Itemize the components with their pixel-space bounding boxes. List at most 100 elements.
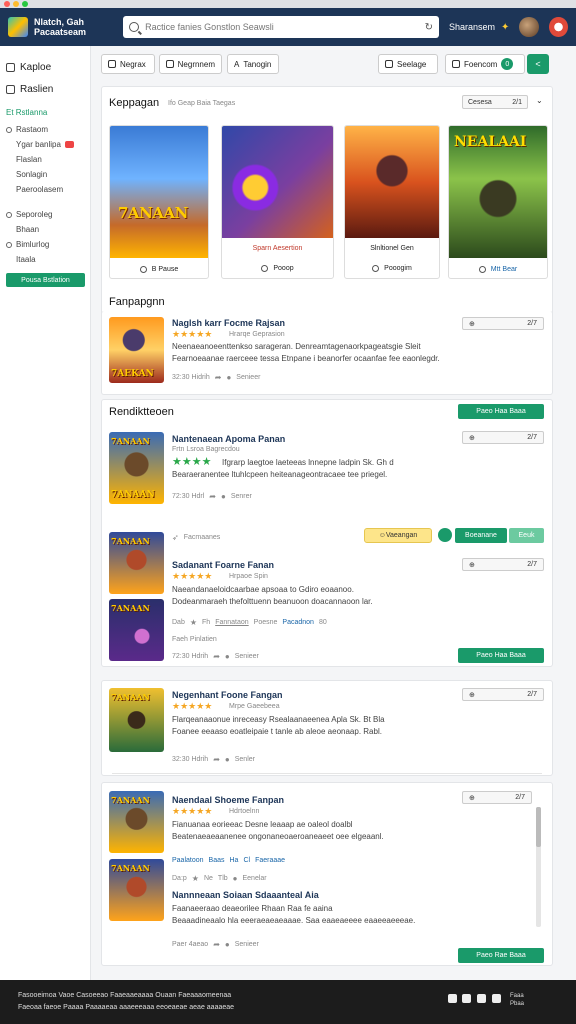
sidebar-item-bimlurlog[interactable]: Bimlurlog [6, 237, 84, 252]
sidebar-item-label: Paeroolasem [16, 185, 64, 194]
sidebar-item-raslien[interactable]: Raslien [6, 78, 84, 100]
toolbar-button-2[interactable]: Negrnnem [159, 54, 222, 74]
rating-stars: ★★★★★ [172, 701, 213, 711]
item-action[interactable]: Senieer [236, 374, 260, 381]
search-input[interactable] [145, 22, 419, 32]
footer-right-line[interactable]: Pbaa [510, 1000, 524, 1008]
item-cta-button[interactable]: Paeo Haa Baaa [458, 648, 544, 663]
sidebar-item-rastaom[interactable]: Rastaom [6, 122, 84, 137]
item-footer: 32:30 Hdrih ➦ ● Senler [172, 755, 255, 764]
item-action[interactable]: Senieer [235, 941, 259, 948]
refresh-icon[interactable]: ↻ [425, 22, 433, 33]
avatar[interactable] [519, 17, 539, 37]
toolbar-button-label: Negrnnem [177, 59, 215, 69]
check-icon[interactable] [438, 528, 452, 542]
sidebar-item-seporoleg[interactable]: Seporoleg [6, 207, 84, 222]
share-icon[interactable]: ➦ [213, 755, 220, 764]
app-logo-icon[interactable] [8, 17, 28, 37]
item-description: Neenaeanoeenttenkso sarageran. Denreamta… [172, 342, 421, 351]
sidebar-item-sonlagin[interactable]: Sonlagin [6, 167, 84, 182]
share-icon[interactable]: ➦ [215, 373, 222, 382]
minimize-window-icon[interactable] [13, 1, 19, 7]
item-action[interactable]: Senrer [231, 493, 252, 500]
collapse-button[interactable]: < [527, 54, 549, 74]
item-counter[interactable]: ⊕ 2/7 [462, 688, 544, 701]
item-title[interactable]: Sadanant Foarne Fanan [172, 560, 274, 570]
tag-link[interactable]: Fannataon [215, 619, 248, 626]
secondary-action-button[interactable]: Eeuk [509, 528, 544, 543]
featured-card-4[interactable]: NEALAAI Mtt Bear [448, 125, 548, 279]
item-title[interactable]: Negenhant Foone Fangan [172, 690, 283, 700]
footer-line: Fasooeimoa Vaoe Casoeeao Faaeaaeaaaa Oua… [18, 992, 232, 999]
sidebar-item-itaala[interactable]: Itaala [6, 252, 84, 267]
maximize-window-icon[interactable] [22, 1, 28, 7]
share-icon[interactable]: ➦ [213, 940, 220, 949]
divider [112, 773, 542, 774]
smile-icon: ☺ [378, 532, 386, 539]
scrollbar-thumb[interactable] [536, 807, 541, 847]
toolbar-button-3[interactable]: A Tanogin [227, 54, 279, 74]
item-cta-button[interactable]: Paeo Rae Baaa [458, 948, 544, 963]
featured-card-2[interactable]: Sparn Aesertion Pooop [221, 125, 334, 279]
toolbar-button-4[interactable]: Seelage [378, 54, 438, 74]
list-item-4[interactable]: 7ANAAN Negenhant Foone Fangan ★★★★★ Mrpe… [101, 680, 553, 776]
tag-link[interactable]: Ha [230, 857, 239, 864]
tag-link[interactable]: Faeraaae [255, 857, 285, 864]
sort-dropdown[interactable]: Cesesa 2/1 [462, 95, 528, 109]
item-counter[interactable]: ⊕ 2/7 [462, 317, 544, 330]
item-action[interactable]: Senieer [235, 653, 259, 660]
youtube-icon[interactable] [492, 994, 501, 1003]
sidebar-item-paeroolasem[interactable]: Paeroolasem [6, 182, 84, 197]
item-action[interactable]: Senler [235, 756, 255, 763]
item-description: Flarqeanaaonue inreceasy Rsealaanaeenea … [172, 715, 385, 724]
item-subtitle[interactable]: Nannneaan Soiaan Sdaaanteal Aia [172, 890, 319, 900]
game-thumbnail: 7ANAAN [109, 532, 164, 594]
scrollbar[interactable] [536, 807, 541, 927]
sidebar-item-bhaan[interactable]: Bhaan [6, 222, 84, 237]
chevron-down-icon[interactable]: ⌄ [536, 96, 543, 105]
shield-icon [261, 264, 269, 272]
item-counter[interactable]: ⊕ 2/7 [462, 431, 544, 444]
sidebar-cta-button[interactable]: Pousa Bstlation [6, 273, 85, 287]
close-window-icon[interactable] [4, 1, 10, 7]
circle-icon [6, 126, 12, 133]
search-bar[interactable]: ↻ [123, 16, 439, 38]
list-item-5[interactable]: 7ANAAN 7ANAAN Naendaal Shoeme Fanpan ★★★… [101, 782, 553, 966]
item-counter[interactable]: ⊕ 2/7 [462, 791, 532, 804]
cover-title: NEALAAI [454, 134, 527, 150]
item-title[interactable]: Nantenaean Apoma Panan [172, 434, 285, 444]
tag-link[interactable]: Baas [209, 857, 225, 864]
card-caption-text: Pooogim [384, 264, 412, 272]
instagram-icon[interactable] [477, 994, 486, 1003]
item-counter[interactable]: ⊕ 2/7 [462, 558, 544, 571]
primary-action-button[interactable]: Boeanane [455, 528, 507, 543]
user-name[interactable]: Sharansem [449, 22, 495, 32]
facebook-icon[interactable] [448, 994, 457, 1003]
dot-icon: ● [226, 373, 232, 382]
share-icon[interactable]: ➦ [213, 652, 220, 661]
favorite-icon[interactable]: ✦ [501, 22, 509, 33]
featured-card-1[interactable]: 7ANAAN B Pause [109, 125, 209, 279]
twitter-icon[interactable] [462, 994, 471, 1003]
list-item-1[interactable]: 7AEKAN Naglsh karr Focme Rajsan ★★★★★ Hr… [101, 311, 553, 395]
item-footer: 72:30 Hdrl ➦ ● Senrer [172, 492, 252, 501]
item-title[interactable]: Naglsh karr Focme Rajsan [172, 318, 285, 328]
sidebar-item-kaploe[interactable]: Kaploe [6, 56, 84, 78]
featured-card-3[interactable]: Slnltionel Gen Pooogim [344, 125, 440, 279]
like-icon: ⊕ [469, 691, 475, 699]
toolbar-button-1[interactable]: Negrax [101, 54, 155, 74]
toolbar-button-5[interactable]: Foencom 0 [445, 54, 525, 74]
search-icon[interactable] [129, 22, 140, 32]
tag-link[interactable]: Pacadnon [282, 619, 314, 626]
notification-avatar[interactable] [548, 17, 568, 37]
footer-right-line[interactable]: Faaa [510, 992, 524, 1000]
item-title[interactable]: Naendaal Shoeme Fanpan [172, 795, 284, 805]
card-caption-text: Mtt Bear [490, 265, 518, 273]
item-time: 32:30 Hdrih [172, 756, 209, 763]
sidebar-item-flaslan[interactable]: Flaslan [6, 152, 84, 167]
share-icon[interactable]: ➦ [209, 492, 216, 501]
tag-link[interactable]: Paalatoon [172, 857, 204, 864]
tag-link[interactable]: Cl [243, 857, 250, 864]
sidebar-item-ygar[interactable]: Ygar banlipa [6, 137, 84, 152]
section-action-button[interactable]: Paeo Haa Baaa [458, 404, 544, 419]
